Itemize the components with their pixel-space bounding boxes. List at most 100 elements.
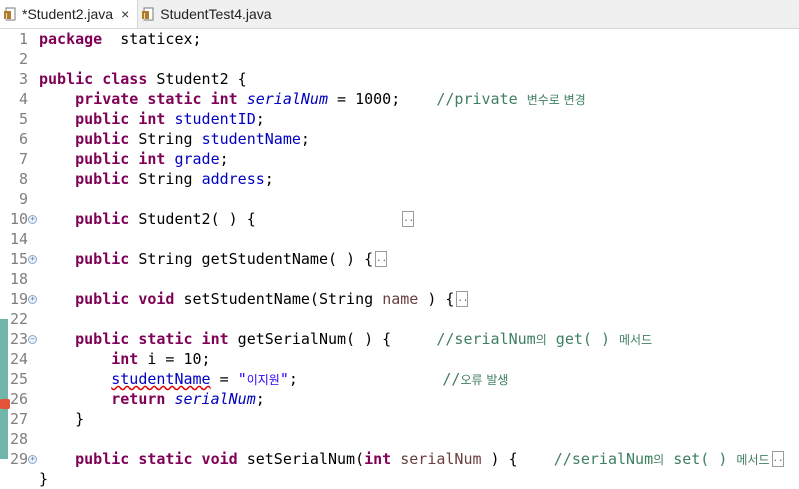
code-token: int bbox=[111, 350, 139, 368]
line-number: 6 bbox=[18, 130, 28, 148]
line-number: 8 bbox=[18, 170, 28, 188]
code-line[interactable]: private static int serialNum = 1000; //p… bbox=[39, 89, 799, 109]
code-token: public bbox=[75, 130, 130, 148]
code-token: 오류 발생 bbox=[460, 373, 509, 387]
code-line[interactable]: return serialNum; bbox=[39, 389, 799, 409]
code-token: public bbox=[75, 250, 130, 268]
code-line[interactable]: public int grade; bbox=[39, 149, 799, 169]
code-token: name bbox=[382, 290, 419, 308]
code-token: serialNum bbox=[400, 450, 482, 468]
expand-fold-icon[interactable]: + bbox=[28, 295, 37, 304]
code-line[interactable]: public String address; bbox=[39, 169, 799, 189]
code-token: 메서드 bbox=[736, 453, 770, 467]
editor-tabbar: J *Student2.java × J StudentTest4.java bbox=[0, 0, 799, 29]
code-editor[interactable]: 1 2 3 4 5 6 7 8 9 10 +14 15 +18 19 +22 23−24 25 26 27 28 29 +… bbox=[0, 29, 799, 488]
code-line[interactable]: package staticex; bbox=[39, 29, 799, 49]
collapse-fold-icon[interactable]: − bbox=[28, 335, 37, 344]
expand-fold-icon[interactable]: + bbox=[28, 455, 37, 464]
code-line[interactable]: public class Student2 { bbox=[39, 69, 799, 89]
code-line[interactable]: } bbox=[39, 409, 799, 429]
code-token: = bbox=[210, 370, 238, 388]
code-token: 변수로 변경 bbox=[526, 93, 586, 107]
java-file-icon: J bbox=[142, 7, 156, 21]
line-number: 15 bbox=[9, 250, 28, 268]
code-token: address bbox=[201, 170, 265, 188]
code-token: // bbox=[442, 370, 461, 388]
line-number: 18 bbox=[9, 270, 28, 288]
java-file-icon: J bbox=[4, 7, 18, 21]
code-token: get( ) bbox=[546, 330, 620, 348]
line-number: 7 bbox=[18, 150, 28, 168]
line-number: 3 bbox=[18, 70, 28, 88]
code-token: public class bbox=[39, 70, 148, 88]
tab-studenttest4[interactable]: J StudentTest4.java bbox=[138, 0, 279, 28]
line-number: 1 bbox=[18, 30, 28, 48]
code-area[interactable]: package staticex; public class Student2 {… bbox=[39, 29, 799, 489]
code-token: public bbox=[75, 210, 130, 228]
code-token: public static void bbox=[75, 450, 238, 468]
code-token: studentName bbox=[111, 370, 211, 388]
collapsed-block-icon[interactable]: .. bbox=[771, 450, 784, 467]
code-token: grade bbox=[174, 150, 220, 168]
code-token: 메서드 bbox=[619, 333, 653, 347]
code-token: 이지원 bbox=[246, 373, 280, 387]
code-token: studentName bbox=[201, 130, 301, 148]
code-line[interactable]: studentName = "이지원"; //오류 발생 bbox=[39, 369, 799, 389]
code-line[interactable]: public void setStudentName(String name )… bbox=[39, 289, 799, 309]
expand-fold-icon[interactable]: + bbox=[28, 215, 37, 224]
line-number: 19 bbox=[9, 290, 28, 308]
code-line[interactable]: public static int getSerialNum( ) { //se… bbox=[39, 329, 799, 349]
code-line[interactable]: int i = 10; bbox=[39, 349, 799, 369]
line-number: 9 bbox=[18, 190, 28, 208]
code-token: i = 10; bbox=[138, 350, 211, 368]
code-token: String bbox=[129, 130, 202, 148]
line-number: 27 bbox=[9, 410, 28, 428]
code-token: ; bbox=[264, 170, 274, 188]
line-number: 29 bbox=[9, 450, 28, 468]
code-token: return bbox=[111, 390, 166, 408]
collapsed-block-icon[interactable]: .. bbox=[402, 210, 415, 227]
code-token: setStudentName(String bbox=[174, 290, 383, 308]
tab-student2[interactable]: J *Student2.java × bbox=[0, 0, 139, 28]
collapsed-block-icon[interactable]: .. bbox=[375, 250, 388, 267]
code-line[interactable]: public String studentName; bbox=[39, 129, 799, 149]
code-token: 의 bbox=[653, 453, 665, 467]
svg-text:J: J bbox=[5, 12, 8, 20]
code-token: setSerialNum( bbox=[237, 450, 365, 468]
code-line[interactable]: public static void setSerialNum(int seri… bbox=[39, 449, 799, 469]
code-token: public bbox=[75, 170, 130, 188]
code-token: //serialNum bbox=[553, 450, 654, 468]
code-token: ; bbox=[255, 390, 265, 408]
code-token: private static int bbox=[75, 90, 238, 108]
code-token: public void bbox=[75, 290, 175, 308]
line-number: 24 bbox=[9, 350, 28, 368]
line-number: 23 bbox=[9, 330, 28, 348]
code-token: String getStudentName( ) { bbox=[129, 250, 374, 268]
code-line[interactable] bbox=[39, 309, 799, 329]
collapsed-block-icon[interactable]: .. bbox=[456, 290, 469, 307]
code-token: " bbox=[279, 370, 289, 388]
code-line[interactable]: } bbox=[39, 469, 799, 489]
code-line[interactable] bbox=[39, 429, 799, 449]
expand-fold-icon[interactable]: + bbox=[28, 255, 37, 264]
close-icon[interactable]: × bbox=[121, 6, 129, 22]
code-line[interactable] bbox=[39, 49, 799, 69]
code-line[interactable] bbox=[39, 229, 799, 249]
code-token: String bbox=[129, 170, 202, 188]
code-line[interactable]: public int studentID; bbox=[39, 109, 799, 129]
code-line[interactable] bbox=[39, 189, 799, 209]
code-token: studentID bbox=[174, 110, 256, 128]
code-line[interactable] bbox=[39, 269, 799, 289]
code-line[interactable]: public String getStudentName( ) {.. bbox=[39, 249, 799, 269]
code-line[interactable]: public Student2( ) { .. bbox=[39, 209, 799, 229]
code-token: ; bbox=[300, 130, 310, 148]
code-token: ) { bbox=[418, 290, 455, 308]
code-token: } bbox=[39, 410, 85, 428]
